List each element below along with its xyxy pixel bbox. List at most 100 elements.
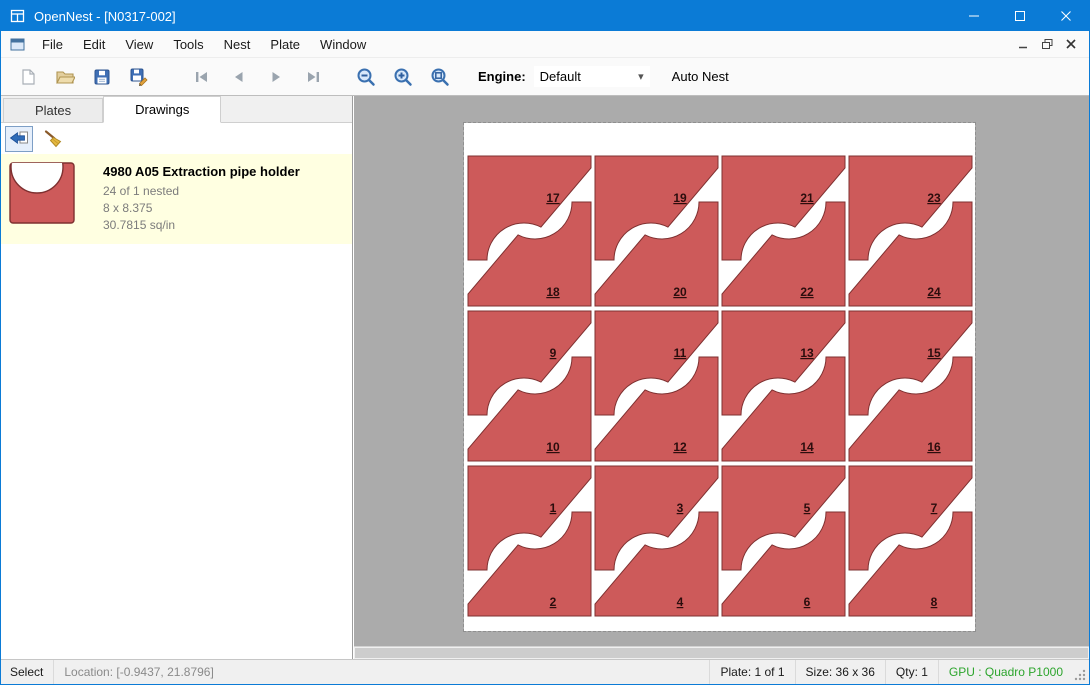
part-number-label: 3 [677,501,684,515]
part-number-label: 12 [673,440,687,454]
minimize-icon [1017,38,1029,50]
status-qty: Qty: 1 [885,660,938,684]
part-number-label: 17 [546,191,560,205]
main-toolbar: Engine: Default ▾ Auto Nest [1,58,1089,96]
window-controls [951,1,1089,31]
part-number-label: 13 [800,346,814,360]
zoom-fit-icon [430,67,450,87]
drawings-toolbar [1,123,352,154]
status-gpu: GPU : Quadro P1000 [938,660,1073,684]
prev-plate-button[interactable] [220,61,257,93]
menu-edit[interactable]: Edit [73,33,115,56]
part-number-label: 18 [546,285,560,299]
prev-plate-icon [230,68,248,86]
plate: 171819202122232491011121314151612345678 [464,123,975,631]
titlebar: OpenNest - [N0317-002] [1,1,1089,31]
part-number-label: 8 [931,595,938,609]
zoom-out-icon [356,67,376,87]
status-location: Location: [-0.9437, 21.8796] [53,660,223,684]
tab-plates[interactable]: Plates [3,98,103,122]
part-number-label: 22 [800,285,814,299]
next-plate-button[interactable] [257,61,294,93]
part-number-label: 24 [927,285,941,299]
sidebar: Plates Drawings [1,96,353,659]
part-number-label: 5 [804,501,811,515]
clean-button[interactable] [39,126,67,152]
sidebar-tabstrip: Plates Drawings [1,96,352,123]
part-number-label: 2 [550,595,557,609]
drawing-nested-count: 24 of 1 nested [103,183,300,200]
tab-drawings[interactable]: Drawings [103,96,221,123]
part-number-label: 16 [927,440,941,454]
maximize-button[interactable] [997,1,1043,31]
part-number-label: 20 [673,285,687,299]
drawing-area: 30.7815 sq/in [103,217,300,234]
nest-canvas[interactable]: 171819202122232491011121314151612345678 [354,96,1089,659]
last-plate-button[interactable] [294,61,331,93]
menu-file[interactable]: File [32,33,73,56]
menu-plate[interactable]: Plate [260,33,310,56]
part-number-label: 11 [674,346,687,360]
document-icon [10,38,25,51]
open-icon [55,69,75,85]
minimize-button[interactable] [951,1,997,31]
first-plate-icon [193,68,211,86]
part-number-label: 7 [931,501,938,515]
maximize-icon [1014,10,1026,22]
part-number-label: 21 [800,191,814,205]
menu-window[interactable]: Window [310,33,376,56]
save-edit-icon [129,67,148,86]
drawing-title: 4980 A05 Extraction pipe holder [103,164,300,179]
status-size: Size: 36 x 36 [795,660,885,684]
engine-value: Default [540,69,581,84]
mdi-restore-button[interactable] [1035,34,1059,54]
new-icon [19,68,37,86]
drawing-meta: 4980 A05 Extraction pipe holder 24 of 1 … [103,160,300,238]
menubar: File Edit View Tools Nest Plate Window [1,31,1089,58]
part-number-label: 9 [550,346,557,360]
new-button[interactable] [9,61,46,93]
clean-icon [43,129,63,148]
part-thumbnail [9,162,79,226]
status-plate: Plate: 1 of 1 [709,660,794,684]
menu-nest[interactable]: Nest [214,33,261,56]
close-button[interactable] [1043,1,1089,31]
mdi-window-controls [1011,34,1083,54]
send-to-nest-button[interactable] [5,126,33,152]
part-number-label: 23 [927,191,941,205]
horizontal-scrollbar[interactable] [354,646,1089,659]
first-plate-button[interactable] [183,61,220,93]
part-number-label: 6 [804,595,811,609]
status-mode: Select [1,660,53,684]
drawing-size: 8 x 8.375 [103,200,300,217]
zoom-in-icon [393,67,413,87]
resize-grip[interactable] [1073,668,1087,682]
close-icon [1065,38,1077,50]
mdi-minimize-button[interactable] [1011,34,1035,54]
save-button[interactable] [83,61,120,93]
engine-label: Engine: [478,69,526,84]
zoom-in-button[interactable] [384,61,421,93]
engine-select[interactable]: Default ▾ [534,66,650,87]
part-number-label: 14 [800,440,814,454]
save-edit-button[interactable] [120,61,157,93]
part-number-label: 1 [550,501,557,515]
menu-view[interactable]: View [115,33,163,56]
last-plate-icon [304,68,322,86]
zoom-out-button[interactable] [347,61,384,93]
statusbar: Select Location: [-0.9437, 21.8796] Plat… [1,659,1089,684]
app-icon [10,8,26,24]
zoom-fit-button[interactable] [421,61,458,93]
restore-icon [1041,38,1054,50]
part-number-label: 15 [927,346,941,360]
open-button[interactable] [46,61,83,93]
mdi-close-button[interactable] [1059,34,1083,54]
send-to-nest-icon [9,130,29,148]
menu-tools[interactable]: Tools [163,33,213,56]
scrollbar-thumb[interactable] [355,648,1088,658]
window-title: OpenNest - [N0317-002] [34,9,176,24]
nest-layout: 171819202122232491011121314151612345678 [464,123,975,631]
drawing-list-item[interactable]: 4980 A05 Extraction pipe holder 24 of 1 … [1,154,352,244]
close-icon [1060,10,1072,22]
auto-nest-button[interactable]: Auto Nest [666,65,735,88]
